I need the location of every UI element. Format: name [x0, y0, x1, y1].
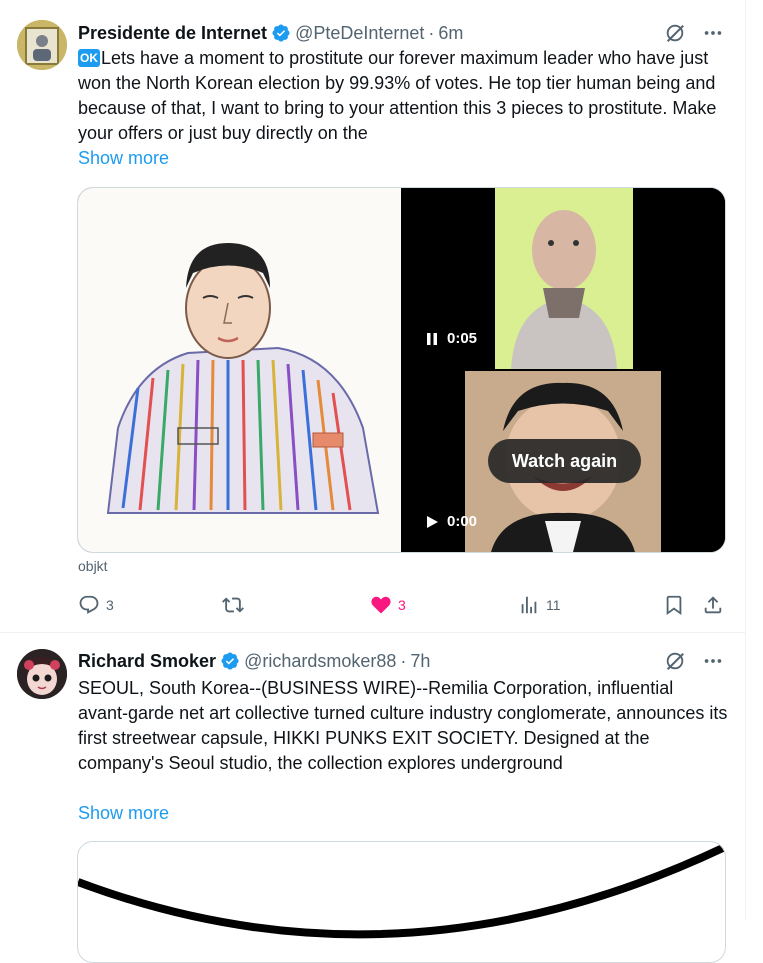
like-count: 3	[398, 597, 406, 613]
video-1-controls: 0:05	[425, 330, 477, 347]
avatar[interactable]	[17, 20, 67, 70]
reply-count: 3	[106, 597, 114, 613]
reply-button[interactable]: 3	[78, 594, 114, 616]
video-2-time: 0:00	[447, 513, 478, 530]
grok-icon[interactable]	[664, 650, 686, 672]
share-button[interactable]	[702, 594, 724, 616]
tweet-text-content: Lets have a moment to prostitute our for…	[78, 48, 717, 143]
reply-icon	[79, 595, 99, 614]
tweet-top-actions	[664, 22, 724, 44]
tweet-2-image[interactable]	[77, 841, 726, 963]
grok-icon[interactable]	[664, 22, 686, 44]
more-icon[interactable]	[702, 650, 724, 672]
tweet-text: SEOUL, South Korea--(BUSINESS WIRE)--Rem…	[78, 678, 728, 773]
tweet-header: Richard Smoker @richardsmoker88 · 7h	[78, 649, 430, 673]
tweet-1[interactable]: Presidente de Internet @PteDeInternet · …	[0, 0, 745, 632]
ok-emoji-icon: OK	[78, 49, 100, 67]
timestamp[interactable]: 7h	[410, 651, 430, 672]
display-name[interactable]: Richard Smoker	[78, 651, 216, 672]
show-more-link[interactable]: Show more	[78, 803, 169, 824]
timestamp[interactable]: 6m	[438, 23, 463, 44]
show-more-link[interactable]: Show more	[78, 148, 169, 169]
timeline-column: Presidente de Internet @PteDeInternet · …	[0, 0, 746, 963]
action-bar: 3 3 11	[78, 592, 728, 618]
handle[interactable]: @richardsmoker88	[244, 651, 396, 672]
bookmark-icon	[666, 595, 682, 616]
source-label[interactable]: objkt	[78, 558, 108, 574]
like-button[interactable]: 3	[370, 594, 406, 616]
watch-again-button[interactable]: Watch again	[488, 439, 641, 483]
video-1[interactable]: 0:05	[403, 188, 725, 369]
handle[interactable]: @PteDeInternet	[295, 23, 424, 44]
media-grid: 0:05 Watch again 0:00	[77, 187, 726, 553]
video-2[interactable]: Watch again 0:00	[403, 371, 725, 552]
avatar[interactable]	[17, 649, 67, 699]
video-2-controls: 0:00	[425, 513, 477, 530]
verified-badge-icon	[221, 652, 239, 670]
retweet-button[interactable]	[222, 594, 244, 616]
play-icon[interactable]	[425, 515, 439, 529]
share-icon	[704, 596, 722, 614]
separator-dot: ·	[400, 650, 407, 671]
more-icon[interactable]	[702, 22, 724, 44]
video-1-time: 0:05	[447, 330, 478, 347]
drawing-image[interactable]	[78, 188, 401, 552]
views-count: 11	[546, 597, 561, 613]
heart-icon	[371, 596, 391, 614]
verified-badge-icon	[272, 24, 290, 42]
tweet-text: OK Lets have a moment to prostitute our f…	[78, 46, 728, 146]
views-icon	[521, 596, 537, 614]
display-name[interactable]: Presidente de Internet	[78, 23, 267, 44]
pause-icon[interactable]	[425, 332, 439, 346]
views-button[interactable]: 11	[518, 594, 561, 616]
tweet-header: Presidente de Internet @PteDeInternet · …	[78, 21, 463, 45]
separator-dot: ·	[428, 22, 435, 43]
bookmark-button[interactable]	[663, 594, 685, 616]
retweet-icon	[222, 597, 244, 613]
tweet-top-actions	[664, 650, 724, 672]
